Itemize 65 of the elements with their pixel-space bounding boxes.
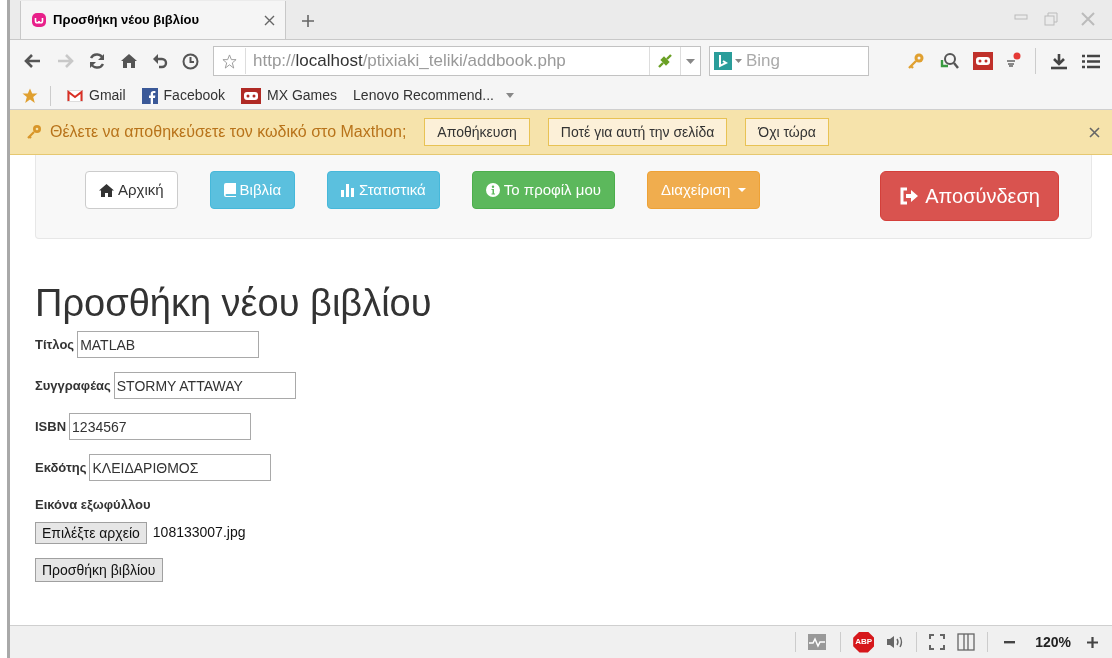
undo-icon[interactable]: [152, 53, 168, 69]
speaker-icon[interactable]: [886, 635, 905, 649]
download-icon[interactable]: [1050, 52, 1068, 70]
tab-title: Προσθήκη νέου βιβλίου: [53, 11, 201, 30]
favorites-star-icon[interactable]: [22, 87, 38, 104]
book-icon: [223, 183, 236, 197]
file-name: 108133007.jpg: [152, 523, 246, 542]
facebook-icon: [141, 87, 158, 104]
nav-button[interactable]: Αρχική: [85, 171, 178, 209]
search-engine-icon[interactable]: [714, 51, 742, 71]
password-bar-button[interactable]: Όχι τώρα: [745, 118, 829, 146]
search-placeholder: Bing: [746, 50, 781, 73]
bookmark-item[interactable]: Gmail: [67, 85, 126, 106]
home-icon: [99, 183, 114, 197]
star-icon[interactable]: [222, 53, 237, 69]
logout-icon: [899, 187, 920, 205]
new-tab-icon[interactable]: [302, 15, 314, 27]
activity-icon[interactable]: [808, 634, 829, 650]
submit-button[interactable]: Προσθήκη βιβλίου: [35, 558, 163, 582]
bookmark-item[interactable]: MX Games: [241, 85, 338, 106]
menu-icon[interactable]: [1082, 53, 1100, 69]
reload-icon[interactable]: [88, 52, 106, 70]
browser-tab[interactable]: Προσθήκη νέου βιβλίου: [20, 1, 286, 39]
field-label: ISBN: [35, 417, 67, 436]
info-icon: [485, 183, 500, 197]
bookmark-item[interactable]: Lenovo Recommend...: [353, 85, 514, 106]
plug-icon[interactable]: [657, 53, 673, 69]
url-text: http://localhost/ptixiaki_teliki/addbook.php: [245, 48, 649, 74]
password-bar-button[interactable]: Αποθήκευση: [424, 118, 530, 146]
input-field[interactable]: ΚΛΕΙΔΑΡΙΘΜΟΣ: [89, 454, 272, 481]
site-icon: [31, 12, 47, 28]
back-icon[interactable]: [24, 53, 42, 69]
logout-button[interactable]: Αποσύνδεση: [880, 171, 1059, 221]
notification-icon[interactable]: [1007, 52, 1021, 70]
envelope-icon: [67, 89, 83, 102]
dropdown-icon[interactable]: [686, 58, 695, 64]
gamepad-icon[interactable]: [973, 52, 993, 70]
dropdown-icon: [505, 93, 514, 98]
page-heading: Προσθήκη νέου βιβλίου: [35, 281, 433, 325]
clock-icon[interactable]: [182, 52, 199, 70]
bar-chart-icon: [341, 183, 356, 197]
save-password-message: Θέλετε να αποθηκεύσετε τον κωδικό στο Maxthon;: [50, 122, 407, 142]
zoom-level: 120%: [1035, 632, 1071, 652]
adblock-icon[interactable]: ABP: [853, 631, 875, 653]
field-label: Τίτλος: [35, 335, 75, 354]
home-icon[interactable]: [120, 53, 138, 69]
zoom-in-icon[interactable]: [1087, 636, 1098, 648]
field-label: Συγγραφέας: [35, 376, 111, 395]
input-field[interactable]: 1234567: [69, 413, 252, 440]
input-field[interactable]: MATLAB: [77, 331, 260, 358]
address-bar[interactable]: http://localhost/ptixiaki_teliki/addbook.php: [213, 46, 701, 76]
zoom-out-icon[interactable]: [1004, 640, 1016, 644]
password-bar-button[interactable]: Ποτέ για αυτή την σελίδα: [547, 118, 728, 146]
columns-icon[interactable]: [957, 633, 976, 651]
fullscreen-icon[interactable]: [929, 634, 946, 650]
close-icon[interactable]: [1089, 126, 1100, 138]
key-icon: [26, 124, 42, 140]
field-label: Εκδότης: [35, 458, 87, 477]
input-field[interactable]: STORMY ATTAWAY: [113, 372, 296, 399]
close-icon[interactable]: [264, 14, 275, 26]
bookmark-item[interactable]: Facebook: [141, 85, 226, 106]
gamepad-icon: [241, 87, 262, 104]
choose-file-button[interactable]: Επιλέξτε αρχείο: [35, 521, 147, 544]
magnifier-icon[interactable]: [939, 52, 959, 70]
field-label: Εικόνα εξωφύλλου: [35, 496, 151, 514]
